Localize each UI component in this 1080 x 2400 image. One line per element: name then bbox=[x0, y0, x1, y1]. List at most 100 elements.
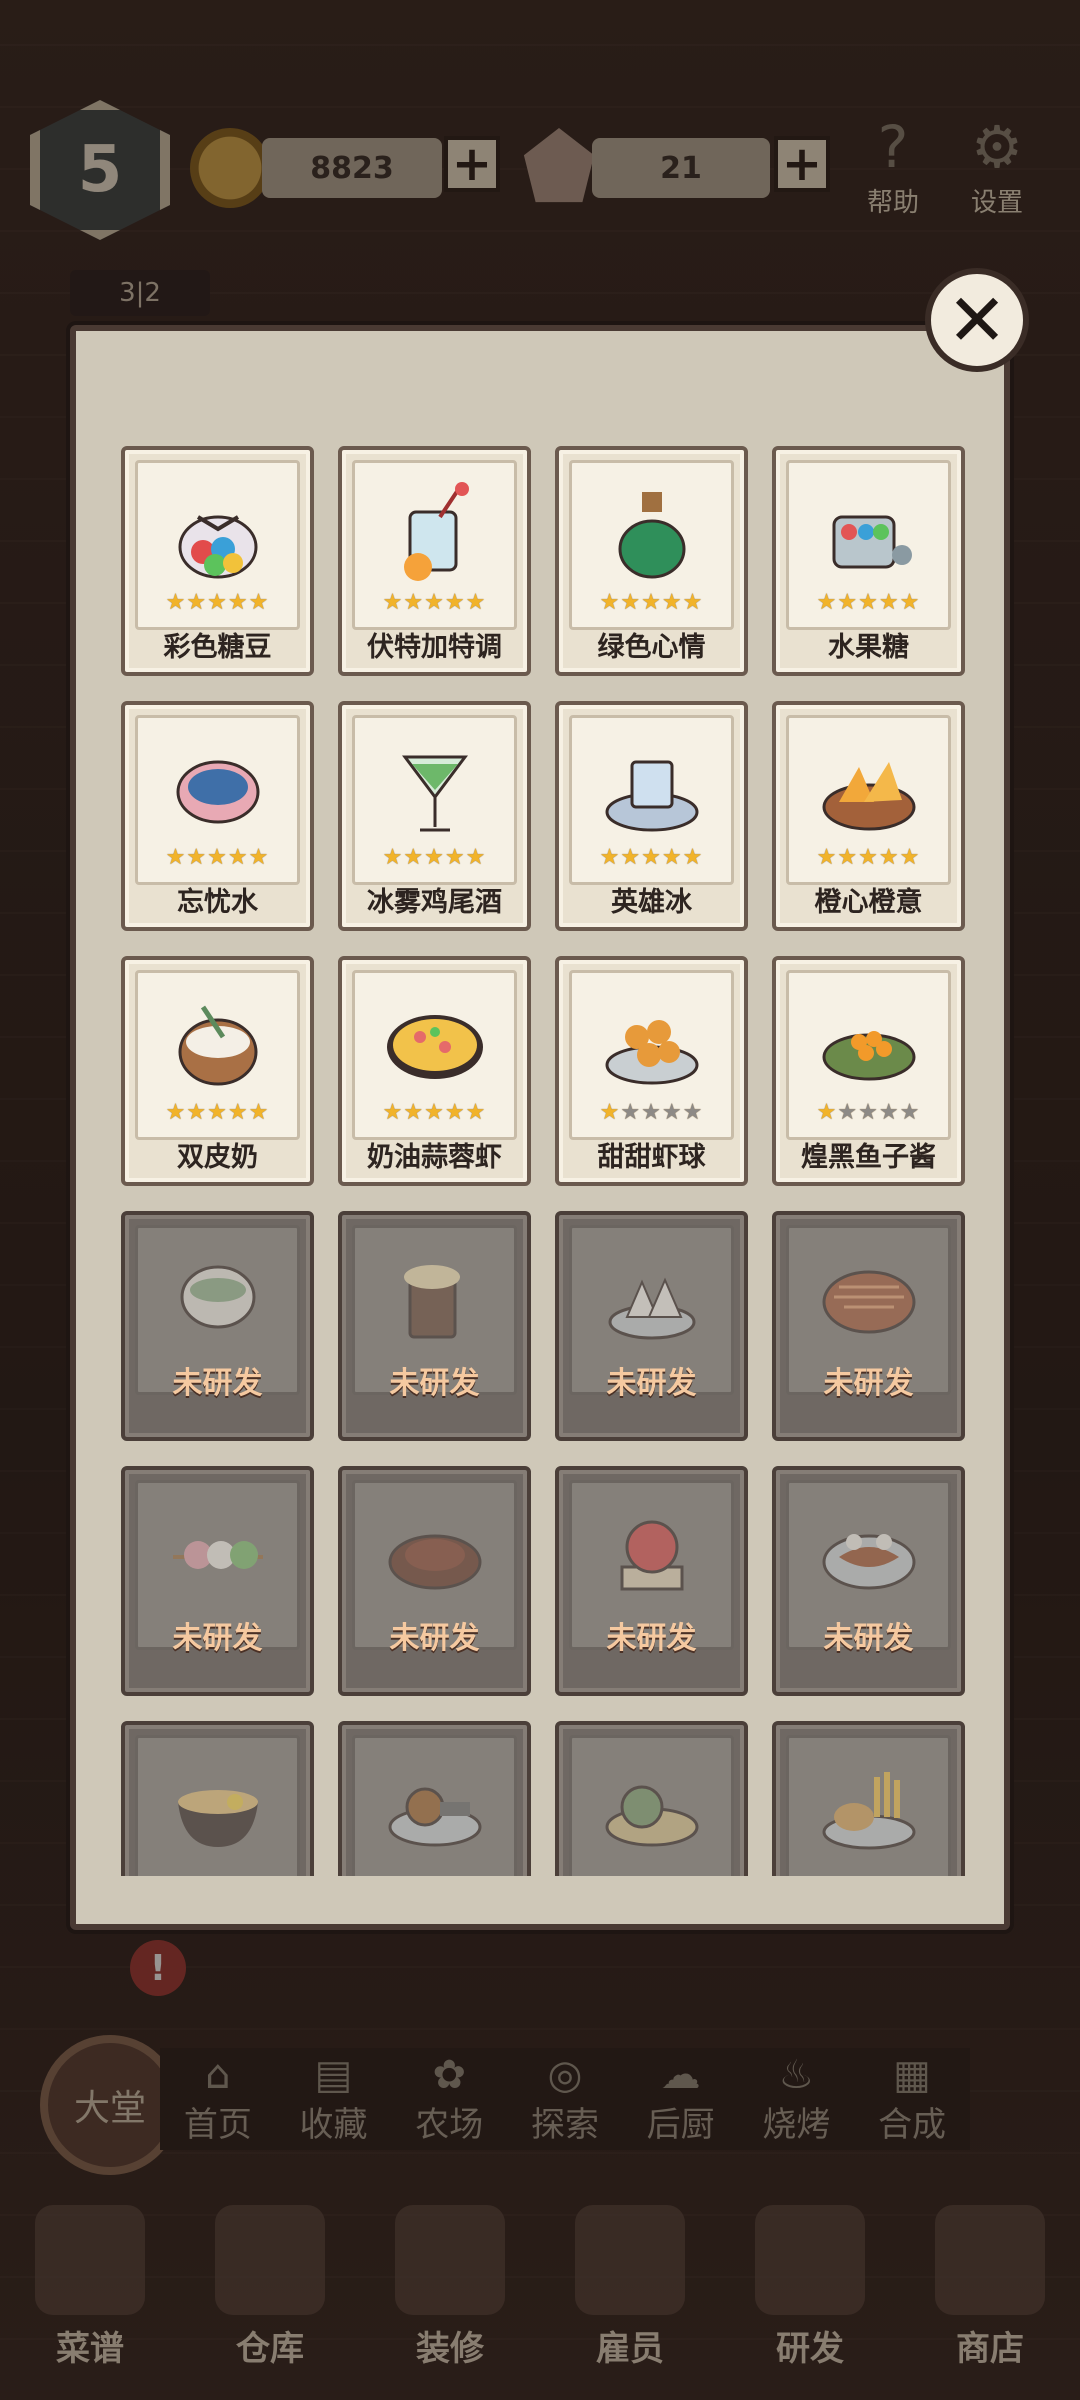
recipe-card[interactable]: ★★★★★ 奶油蒜蓉虾 bbox=[338, 956, 531, 1186]
recipe-image-frame: ★★★★★ bbox=[569, 460, 734, 630]
locked-label: 未研发 bbox=[823, 1366, 914, 1401]
star-icon: ★ bbox=[248, 845, 270, 870]
star-icon: ★ bbox=[661, 1100, 683, 1125]
recipe-name: 绿色心情 bbox=[597, 632, 706, 663]
recipe-image-frame: 未研发 bbox=[135, 1225, 300, 1401]
star-rating: ★★★★★ bbox=[355, 590, 514, 615]
recipe-book-panel: ★★★★★ 彩色糖豆 ★★★★★ 伏特加特调 ★★★★★ 绿色心情 ★★★★★ 水果糖 ★★★★… bbox=[70, 325, 1010, 1930]
recipe-card-locked[interactable]: 未研发 bbox=[338, 1466, 531, 1696]
recipe-card-locked[interactable]: 未研发 bbox=[338, 1211, 531, 1441]
star-icon: ★ bbox=[620, 1100, 642, 1125]
recipe-card-locked[interactable] bbox=[338, 1721, 531, 1876]
star-rating: ★★★★★ bbox=[138, 1100, 297, 1125]
recipe-name: 忘忧水 bbox=[177, 887, 258, 918]
star-rating: ★★★★★ bbox=[138, 845, 297, 870]
star-icon: ★ bbox=[465, 590, 487, 615]
star-rating: ★★★★★ bbox=[572, 845, 731, 870]
star-rating: ★★★★★ bbox=[138, 590, 297, 615]
recipe-image-frame: ★★★★★ bbox=[352, 970, 517, 1140]
star-icon: ★ bbox=[858, 845, 879, 870]
star-rating: ★★★★★ bbox=[572, 1100, 731, 1125]
recipe-image-frame bbox=[569, 1735, 734, 1876]
star-icon: ★ bbox=[878, 845, 900, 870]
locked-label: 未研发 bbox=[389, 1621, 480, 1656]
locked-label: 未研发 bbox=[389, 1366, 480, 1401]
recipe-card-locked[interactable] bbox=[772, 1721, 965, 1876]
star-icon: ★ bbox=[599, 1100, 621, 1125]
recipe-name: 甜甜虾球 bbox=[597, 1142, 706, 1173]
recipe-scroll-area[interactable]: ★★★★★ 彩色糖豆 ★★★★★ 伏特加特调 ★★★★★ 绿色心情 ★★★★★ 水果糖 ★★★★… bbox=[121, 446, 971, 1876]
recipe-card[interactable]: ★★★★★ 绿色心情 bbox=[555, 446, 748, 676]
recipe-image-frame: 未研发 bbox=[352, 1480, 517, 1656]
star-icon: ★ bbox=[444, 1100, 466, 1125]
recipe-card-locked[interactable]: 未研发 bbox=[121, 1466, 314, 1696]
star-rating: ★★★★★ bbox=[355, 845, 514, 870]
star-icon: ★ bbox=[878, 590, 900, 615]
star-icon: ★ bbox=[641, 845, 662, 870]
recipe-card[interactable]: ★★★★★ 甜甜虾球 bbox=[555, 956, 748, 1186]
recipe-card[interactable]: ★★★★★ 双皮奶 bbox=[121, 956, 314, 1186]
star-icon: ★ bbox=[899, 845, 921, 870]
recipe-card[interactable]: ★★★★★ 煌黑鱼子酱 bbox=[772, 956, 965, 1186]
star-icon: ★ bbox=[165, 590, 187, 615]
recipe-card-locked[interactable]: 未研发 bbox=[555, 1211, 748, 1441]
caviar-icon bbox=[814, 987, 924, 1097]
recipe-image-frame: ★★★★★ bbox=[786, 715, 951, 885]
recipe-card[interactable]: ★★★★★ 冰雾鸡尾酒 bbox=[338, 701, 531, 931]
garlic-shrimp-icon bbox=[380, 987, 490, 1097]
star-icon: ★ bbox=[599, 590, 621, 615]
recipe-card[interactable]: ★★★★★ 水果糖 bbox=[772, 446, 965, 676]
star-icon: ★ bbox=[207, 845, 228, 870]
star-icon: ★ bbox=[620, 590, 642, 615]
star-icon: ★ bbox=[599, 845, 621, 870]
recipe-card-locked[interactable] bbox=[121, 1721, 314, 1876]
dango-icon bbox=[163, 1497, 273, 1607]
star-rating: ★★★★★ bbox=[789, 1100, 948, 1125]
star-icon: ★ bbox=[248, 590, 270, 615]
star-rating: ★★★★★ bbox=[789, 590, 948, 615]
locked-label: 未研发 bbox=[172, 1621, 263, 1656]
recipe-image-frame: ★★★★★ bbox=[135, 715, 300, 885]
recipe-image-frame: ★★★★★ bbox=[352, 715, 517, 885]
recipe-image-frame bbox=[786, 1735, 951, 1876]
star-icon: ★ bbox=[641, 590, 662, 615]
close-button[interactable]: ✕ bbox=[925, 268, 1029, 372]
recipe-card-locked[interactable]: 未研发 bbox=[555, 1466, 748, 1696]
star-icon: ★ bbox=[403, 845, 425, 870]
star-icon: ★ bbox=[465, 845, 487, 870]
recipe-card-locked[interactable]: 未研发 bbox=[772, 1211, 965, 1441]
star-icon: ★ bbox=[227, 590, 249, 615]
star-icon: ★ bbox=[682, 590, 704, 615]
star-icon: ★ bbox=[661, 845, 683, 870]
star-icon: ★ bbox=[424, 845, 445, 870]
star-icon: ★ bbox=[878, 1100, 900, 1125]
recipe-image-frame: 未研发 bbox=[569, 1225, 734, 1401]
star-icon: ★ bbox=[382, 590, 404, 615]
star-icon: ★ bbox=[641, 1100, 662, 1125]
cocktail-glass-icon bbox=[380, 477, 490, 587]
recipe-card[interactable]: ★★★★★ 橙心橙意 bbox=[772, 701, 965, 931]
recipe-name: 水果糖 bbox=[828, 632, 909, 663]
recipe-card-locked[interactable] bbox=[555, 1721, 748, 1876]
beer-mug-icon bbox=[380, 1242, 490, 1352]
recipe-image-frame bbox=[135, 1735, 300, 1876]
star-icon: ★ bbox=[858, 590, 879, 615]
star-icon: ★ bbox=[165, 1100, 187, 1125]
recipe-card-locked[interactable]: 未研发 bbox=[772, 1466, 965, 1696]
star-icon: ★ bbox=[424, 590, 445, 615]
ice-cube-icon bbox=[597, 732, 707, 842]
recipe-card[interactable]: ★★★★★ 伏特加特调 bbox=[338, 446, 531, 676]
star-icon: ★ bbox=[816, 590, 838, 615]
recipe-card[interactable]: ★★★★★ 彩色糖豆 bbox=[121, 446, 314, 676]
star-icon: ★ bbox=[858, 1100, 879, 1125]
recipe-card[interactable]: ★★★★★ 英雄冰 bbox=[555, 701, 748, 931]
star-rating: ★★★★★ bbox=[789, 845, 948, 870]
star-icon: ★ bbox=[248, 1100, 270, 1125]
gear-dish-icon bbox=[380, 1752, 490, 1862]
recipe-card-locked[interactable]: 未研发 bbox=[121, 1211, 314, 1441]
recipe-card[interactable]: ★★★★★ 忘忧水 bbox=[121, 701, 314, 931]
star-icon: ★ bbox=[682, 845, 704, 870]
star-rating: ★★★★★ bbox=[572, 590, 731, 615]
green-potion-icon bbox=[597, 477, 707, 587]
recipe-name: 煌黑鱼子酱 bbox=[801, 1142, 936, 1173]
